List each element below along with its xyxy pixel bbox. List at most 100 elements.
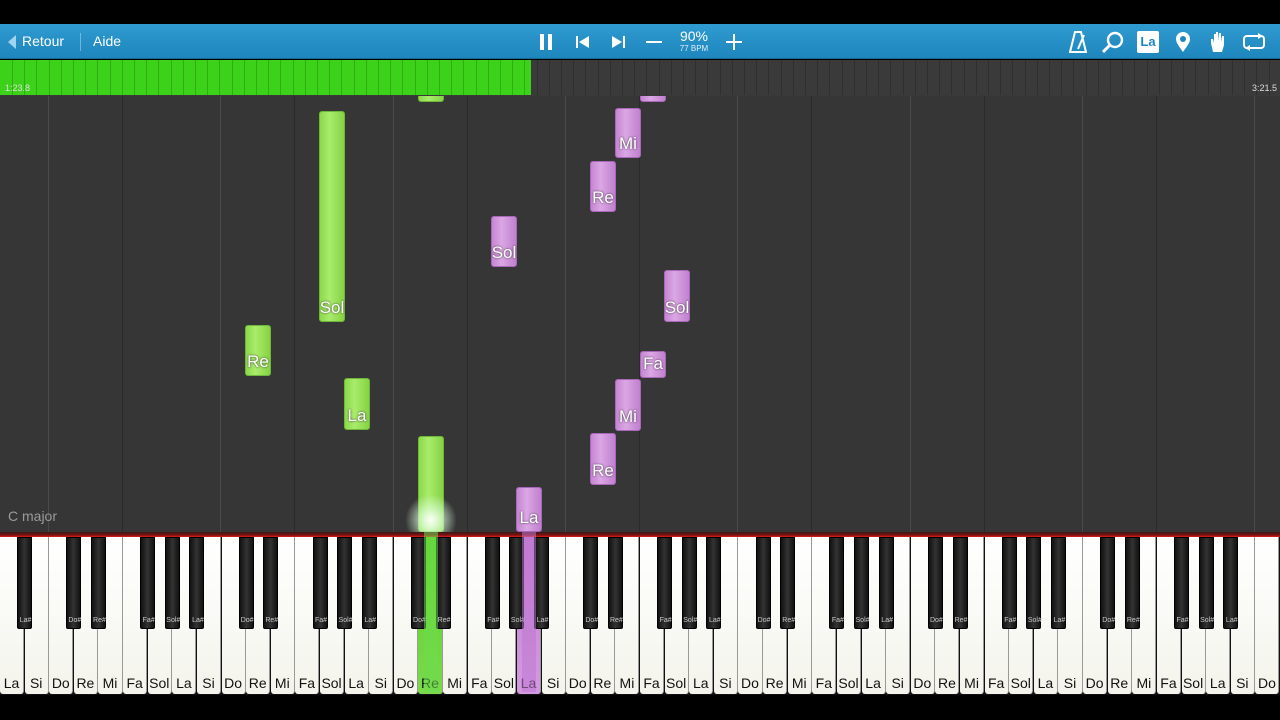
progress-tick bbox=[207, 60, 209, 95]
metronome-button[interactable] bbox=[1062, 24, 1094, 59]
black-key-label: Sol# bbox=[683, 617, 698, 624]
progress-tick bbox=[280, 60, 282, 95]
progress-tick bbox=[927, 60, 928, 95]
white-key-label: Fa bbox=[298, 675, 316, 691]
black-key-label: Do# bbox=[240, 617, 254, 624]
progress-tick bbox=[365, 60, 367, 95]
black-key-label: La# bbox=[364, 617, 377, 624]
hand-button[interactable] bbox=[1202, 24, 1234, 59]
black-key[interactable]: Sol# bbox=[337, 537, 353, 629]
loop-button[interactable] bbox=[1238, 24, 1270, 59]
white-key-label: Fa bbox=[815, 675, 833, 691]
progress-tick bbox=[792, 60, 794, 95]
black-key[interactable]: Fa# bbox=[1174, 537, 1190, 629]
progress-tick bbox=[1110, 60, 1111, 95]
speed-display: 90% 77 BPM bbox=[672, 29, 716, 54]
white-key-label: La bbox=[1037, 675, 1054, 691]
white-key-label: Re bbox=[1110, 675, 1129, 691]
progress-tick bbox=[1012, 60, 1014, 95]
black-key[interactable]: Re# bbox=[90, 537, 106, 629]
progress-tick bbox=[609, 60, 611, 95]
black-key[interactable]: Sol# bbox=[1198, 537, 1214, 629]
white-key-do[interactable]: Do bbox=[1255, 537, 1280, 694]
black-key[interactable]: La# bbox=[1050, 537, 1066, 629]
black-key[interactable]: Re# bbox=[780, 537, 796, 629]
falling-note: La bbox=[344, 378, 370, 430]
beat-line bbox=[984, 96, 985, 532]
progress-tick bbox=[902, 60, 904, 95]
black-key[interactable]: La# bbox=[878, 537, 894, 629]
white-key-label: Sol bbox=[321, 675, 342, 691]
black-key[interactable]: Sol# bbox=[164, 537, 180, 629]
help-button[interactable]: Aide bbox=[93, 24, 121, 59]
progress-tick bbox=[97, 60, 99, 95]
marker-button[interactable] bbox=[1167, 24, 1199, 59]
black-key[interactable]: Do# bbox=[755, 537, 771, 629]
black-key[interactable]: La# bbox=[534, 537, 550, 629]
progress-tick bbox=[134, 60, 135, 95]
speed-decrease-button[interactable] bbox=[638, 24, 670, 59]
progress-tick bbox=[414, 60, 416, 95]
black-key[interactable]: La# bbox=[17, 537, 33, 629]
white-key-label: Mi bbox=[102, 675, 118, 691]
progress-tick bbox=[866, 60, 867, 95]
black-key[interactable]: Fa# bbox=[312, 537, 328, 629]
black-key[interactable]: Sol# bbox=[681, 537, 697, 629]
current-time: 1:23.8 bbox=[5, 83, 31, 93]
loop-icon bbox=[1243, 32, 1265, 51]
progress-tick bbox=[1195, 60, 1197, 95]
back-button[interactable]: Retour bbox=[7, 24, 64, 59]
black-key[interactable]: Re# bbox=[1124, 537, 1140, 629]
black-key[interactable]: Re# bbox=[952, 537, 968, 629]
black-key[interactable]: Do# bbox=[583, 537, 599, 629]
black-key[interactable]: Do# bbox=[927, 537, 943, 629]
black-key[interactable]: La# bbox=[706, 537, 722, 629]
white-key-label: La bbox=[692, 675, 709, 691]
white-key-label: Si bbox=[1063, 675, 1077, 691]
falling-note: Re bbox=[245, 325, 271, 376]
note-names-button[interactable]: La bbox=[1132, 24, 1164, 59]
black-key[interactable]: La# bbox=[1223, 537, 1239, 629]
white-key-label: Sol bbox=[493, 675, 514, 691]
song-progress-bar[interactable]: 1:23.8 3:21.5 bbox=[0, 60, 1280, 96]
progress-tick bbox=[243, 60, 245, 95]
black-key[interactable]: Fa# bbox=[484, 537, 500, 629]
progress-tick bbox=[695, 60, 697, 95]
previous-button[interactable] bbox=[567, 24, 599, 59]
white-key-label: La bbox=[348, 675, 364, 691]
progress-tick bbox=[451, 60, 453, 95]
black-key[interactable]: La# bbox=[189, 537, 205, 629]
next-button[interactable] bbox=[602, 24, 634, 59]
black-key[interactable]: Fa# bbox=[829, 537, 845, 629]
bar-line bbox=[1254, 96, 1255, 532]
speed-increase-button[interactable] bbox=[718, 24, 750, 59]
black-key[interactable]: Sol# bbox=[854, 537, 870, 629]
white-key-label: Si bbox=[202, 675, 215, 691]
black-key[interactable]: Fa# bbox=[140, 537, 156, 629]
black-key-label: Re# bbox=[609, 617, 623, 624]
black-key[interactable]: Fa# bbox=[657, 537, 673, 629]
white-key-label: Fa bbox=[1160, 675, 1177, 691]
falling-note: Re bbox=[590, 433, 616, 485]
beat-line bbox=[122, 96, 123, 532]
progress-tick bbox=[426, 60, 428, 95]
falling-note: Re bbox=[590, 161, 616, 212]
black-key-label: Fa# bbox=[1004, 617, 1017, 624]
black-key-label: Fa# bbox=[831, 617, 844, 624]
progress-tick bbox=[1134, 60, 1136, 95]
white-key-label: Mi bbox=[447, 675, 462, 691]
beat-line bbox=[294, 96, 295, 532]
black-key[interactable]: Do# bbox=[238, 537, 254, 629]
black-key[interactable]: Fa# bbox=[1001, 537, 1017, 629]
black-key[interactable]: Re# bbox=[263, 537, 279, 629]
bar-line bbox=[220, 96, 221, 532]
black-key[interactable]: Re# bbox=[607, 537, 623, 629]
black-key[interactable]: Do# bbox=[1100, 537, 1116, 629]
zoom-button[interactable] bbox=[1097, 24, 1129, 59]
progress-tick bbox=[597, 60, 599, 95]
black-key[interactable]: Do# bbox=[66, 537, 82, 629]
pause-button[interactable] bbox=[530, 24, 562, 59]
black-key[interactable]: La# bbox=[361, 537, 377, 629]
piano-keyboard[interactable]: La Si Do Re Mi Fa Sol La Si Do Re Mi Fa Sol La Si Do Re Mi… bbox=[0, 537, 1280, 695]
black-key[interactable]: Sol# bbox=[1026, 537, 1042, 629]
